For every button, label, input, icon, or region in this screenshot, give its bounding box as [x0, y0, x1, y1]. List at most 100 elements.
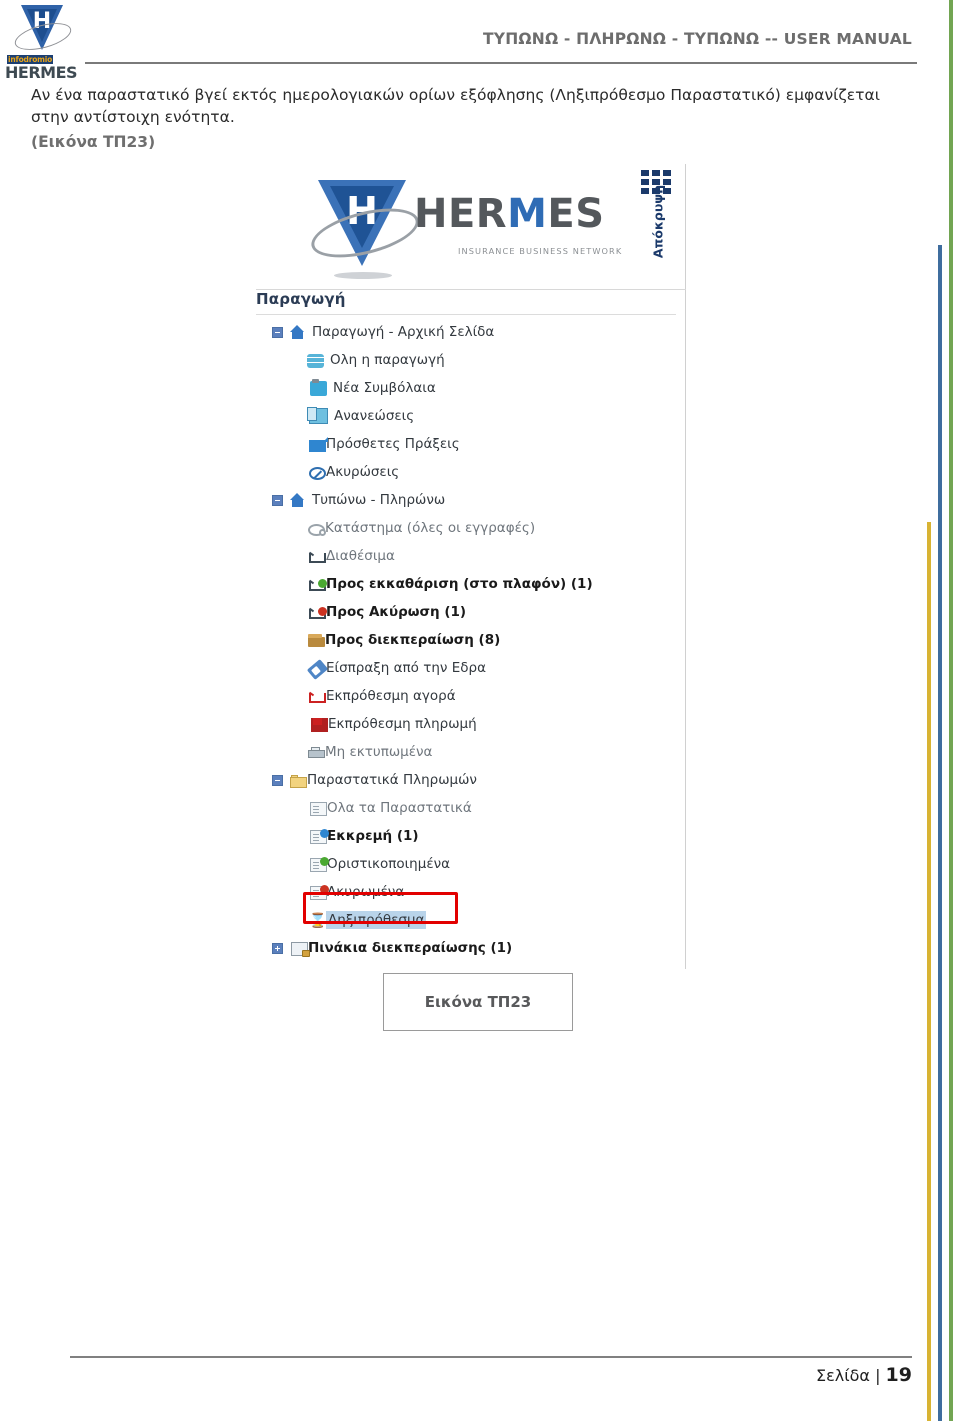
- tree-item-label: Τυπώνω - Πληρώνω: [312, 492, 446, 508]
- tree-item-payment-documents[interactable]: Παραστατικά Πληρωμών: [256, 766, 676, 794]
- decorative-bar-blue: [938, 245, 942, 1421]
- hermes-banner-logo: H HERMES INSURANCE BUSINESS NETWORK: [286, 170, 646, 282]
- decorative-bar-yellow: [927, 522, 931, 1421]
- banner-wordmark: HERMES: [414, 194, 605, 234]
- banner-shadow: [334, 272, 392, 279]
- body-paragraph: Αν ένα παραστατικό βγεί εκτός ημερολογια…: [31, 84, 896, 153]
- figure-reference: (Εικόνα ΤΠ23): [31, 133, 156, 151]
- tree-item-label: Ολα τα Παραστατικά: [327, 800, 472, 816]
- tree-item-collection-from-hq[interactable]: Είσπραξη από την Εδρα: [256, 654, 676, 682]
- tree-item-label: Εκκρεμή (1): [327, 828, 419, 844]
- header-divider: [85, 62, 917, 64]
- flag-icon: [311, 718, 328, 732]
- cart-cancel-icon: [309, 606, 327, 619]
- tree-item-overdue-selected[interactable]: ⌛ Ληξιπρόθεσμα: [256, 906, 676, 934]
- collapse-toggle-icon[interactable]: [272, 775, 283, 786]
- shield-logo-icon: H: [12, 5, 74, 59]
- cart-check-icon: [309, 578, 327, 591]
- page-indicator: Σελίδα | 19: [816, 1364, 912, 1386]
- figure-caption-box: Εικόνα ΤΠ23: [383, 973, 573, 1031]
- tree-item-for-clearing[interactable]: Προς εκκαθάριση (στο πλαφόν) (1): [256, 570, 676, 598]
- hermes-brand-logo: H infodromio HERMES: [5, 5, 83, 82]
- tree-item-label: Ληξιπρόθεσμα: [326, 911, 427, 929]
- tree-title-divider: [256, 314, 676, 315]
- decorative-bar-green: [949, 0, 953, 1421]
- clipboard-icon: [310, 378, 327, 396]
- printer-icon: [308, 747, 325, 758]
- page-number: 19: [885, 1364, 912, 1386]
- document-cancelled-icon: [310, 884, 329, 900]
- cart-red-icon: [309, 692, 326, 703]
- tree-item-label: Κατάστημα (όλες οι εγγραφές): [325, 520, 536, 536]
- footer-divider: [70, 1356, 912, 1358]
- home-icon: [289, 492, 306, 509]
- tree-item-pending[interactable]: Εκκρεμή (1): [256, 822, 676, 850]
- tree-item-label: Παραστατικά Πληρωμών: [307, 772, 477, 788]
- tree-item-label: Πινάκια διεκπεραίωσης (1): [308, 940, 513, 956]
- document-icon: [310, 801, 327, 816]
- square-page-icon: [309, 436, 328, 452]
- tree-item-label: Νέα Συμβόλαια: [333, 380, 436, 396]
- folder-icon: [290, 774, 307, 788]
- page-header: ΤΥΠΩΝΩ - ΠΛΗΡΩΝΩ - ΤΥΠΩΝΩ -- USER MANUAL: [0, 0, 930, 80]
- tree-item-all-documents[interactable]: Ολα τα Παραστατικά: [256, 794, 676, 822]
- tree-item-print-pay[interactable]: Τυπώνω - Πληρώνω: [256, 486, 676, 514]
- application-screenshot: H HERMES INSURANCE BUSINESS NETWORK Απόκ…: [256, 164, 686, 969]
- banner-tagline: INSURANCE BUSINESS NETWORK: [458, 246, 623, 256]
- tree-item-label: Είσπραξη από την Εδρα: [326, 660, 486, 676]
- hide-panel-button[interactable]: Απόκρυψη: [638, 170, 674, 282]
- paragraph-text: Αν ένα παραστατικό βγεί εκτός ημερολογια…: [31, 86, 880, 126]
- hide-panel-label: Απόκρυψη: [650, 184, 666, 259]
- wordmark-part-m: M: [507, 191, 548, 237]
- copy-icon: [307, 407, 328, 424]
- tree-item-all-production[interactable]: Ολη η παραγωγή: [256, 346, 676, 374]
- document-pending-icon: [310, 828, 329, 844]
- tree-item-not-printed[interactable]: Μη εκτυπωμένα: [256, 738, 676, 766]
- cart-icon: [309, 552, 326, 563]
- tree-item-label: Προς εκκαθάριση (στο πλαφόν) (1): [326, 576, 593, 592]
- application-topbar: H HERMES INSURANCE BUSINESS NETWORK Απόκ…: [256, 164, 686, 290]
- wordmark-part-b: ES: [547, 191, 605, 237]
- tree-item-store-all-records[interactable]: Κατάστημα (όλες οι εγγραφές): [256, 514, 676, 542]
- navigation-tree[interactable]: Παραγωγή - Αρχική Σελίδα Ολη η παραγωγή …: [256, 318, 676, 962]
- locked-document-icon: [291, 941, 310, 957]
- page-label: Σελίδα |: [816, 1366, 881, 1385]
- tree-item-label: Προς διεκπεραίωση (8): [325, 632, 501, 648]
- tree-item-available[interactable]: Διαθέσιμα: [256, 542, 676, 570]
- tree-item-label: Ακυρωμένα: [327, 884, 405, 900]
- banner-shield-icon: H: [306, 178, 424, 279]
- tree-item-for-processing[interactable]: Προς διεκπεραίωση (8): [256, 626, 676, 654]
- tree-item-label: Ολη η παραγωγή: [330, 352, 445, 368]
- tree-item-processing-boards[interactable]: Πινάκια διεκπεραίωσης (1): [256, 934, 676, 962]
- document-approved-icon: [310, 856, 329, 872]
- gear-icon: [308, 523, 326, 536]
- tree-item-additional-acts[interactable]: Πρόσθετες Πράξεις: [256, 430, 676, 458]
- hermes-wordmark: HERMES: [5, 63, 78, 82]
- tree-item-overdue-purchase[interactable]: Εκπρόθεσμη αγορά: [256, 682, 676, 710]
- tree-item-cancellations[interactable]: Ακυρώσεις: [256, 458, 676, 486]
- tree-item-label: Εκπρόθεσμη αγορά: [326, 688, 456, 704]
- tree-item-label: Προς Ακύρωση (1): [326, 604, 467, 620]
- tree-item-label: Διαθέσιμα: [326, 548, 395, 564]
- collapse-toggle-icon[interactable]: [272, 327, 283, 338]
- tree-item-label: Εκπρόθεσμη πληρωμή: [328, 716, 477, 732]
- tree-item-new-contracts[interactable]: Νέα Συμβόλαια: [256, 374, 676, 402]
- tree-item-overdue-payment[interactable]: Εκπρόθεσμη πληρωμή: [256, 710, 676, 738]
- database-icon: [307, 353, 324, 368]
- home-icon: [289, 324, 306, 341]
- tree-item-finalized[interactable]: Οριστικοποιημένα: [256, 850, 676, 878]
- tree-item-cancelled[interactable]: Ακυρωμένα: [256, 878, 676, 906]
- paperclip-icon: [306, 658, 329, 680]
- expand-toggle-icon[interactable]: [272, 943, 283, 954]
- ban-icon: [309, 466, 326, 480]
- hourglass-icon: ⌛: [309, 912, 327, 929]
- tree-item-label: Παραγωγή - Αρχική Σελίδα: [312, 324, 495, 340]
- tree-item-production-home[interactable]: Παραγωγή - Αρχική Σελίδα: [256, 318, 676, 346]
- tree-item-label: Οριστικοποιημένα: [327, 856, 451, 872]
- collapse-toggle-icon[interactable]: [272, 495, 283, 506]
- document-title: ΤΥΠΩΝΩ - ΠΛΗΡΩΝΩ - ΤΥΠΩΝΩ -- USER MANUAL: [483, 30, 912, 48]
- tree-item-for-cancellation[interactable]: Προς Ακύρωση (1): [256, 598, 676, 626]
- tree-item-label: Ανανεώσεις: [334, 408, 415, 424]
- tree-item-renewals[interactable]: Ανανεώσεις: [256, 402, 676, 430]
- wordmark-part-a: HER: [414, 191, 508, 237]
